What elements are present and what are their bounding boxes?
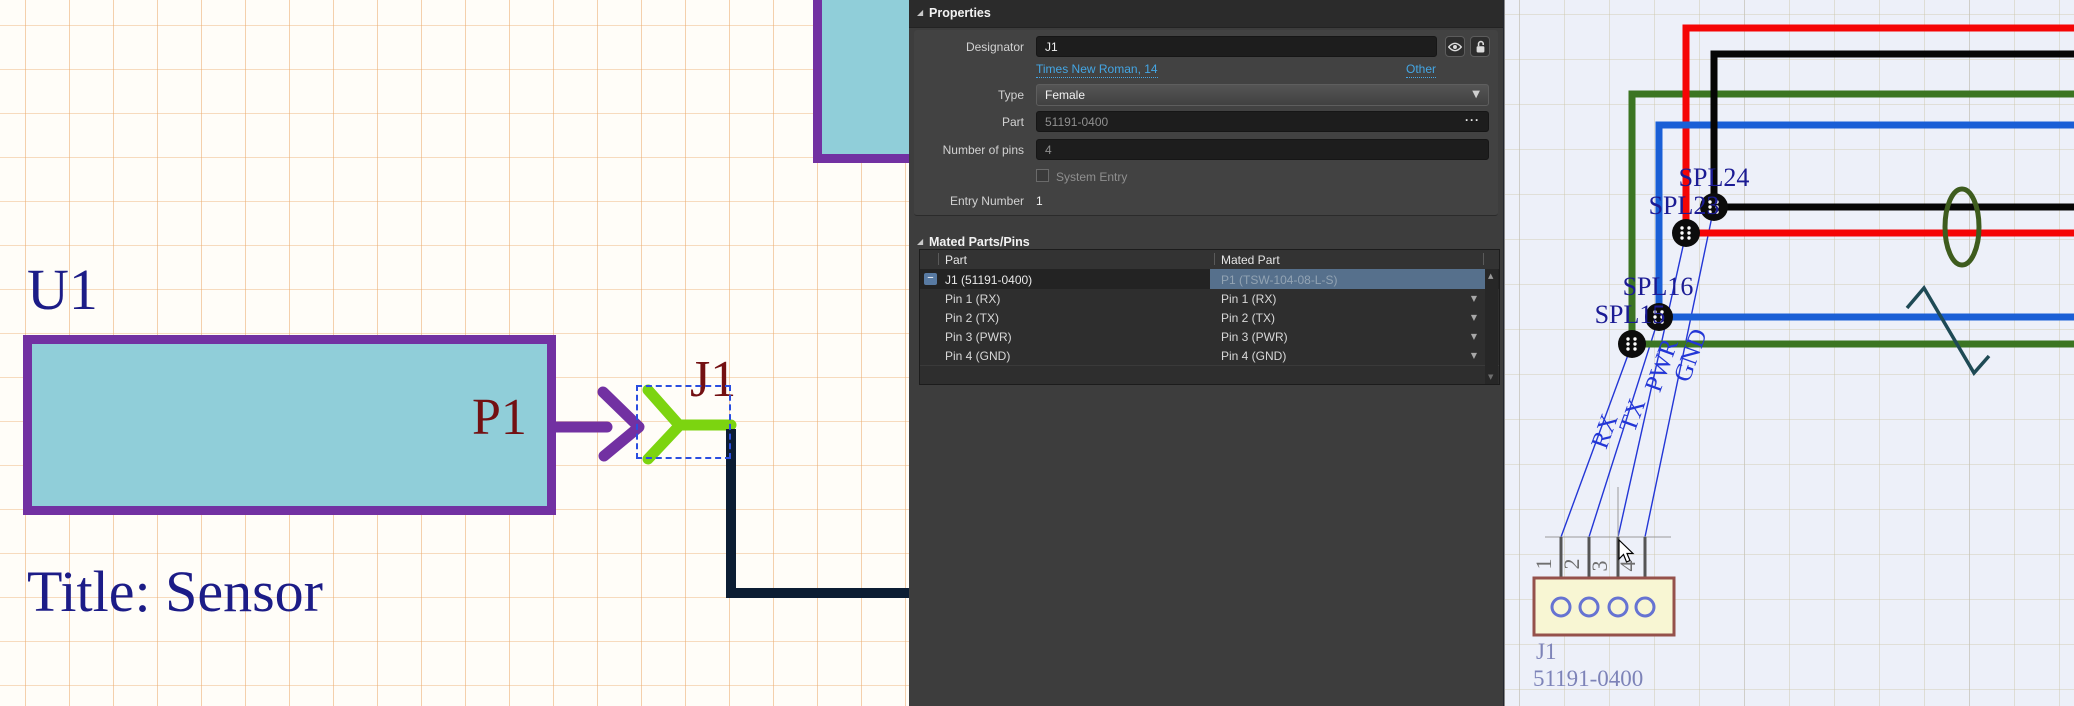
table-row-pin3[interactable]: Pin 3 (PWR) Pin 3 (PWR) ▼: [920, 327, 1499, 347]
splice-label-spl15[interactable]: SPL15: [1595, 300, 1666, 329]
schematic-graphics: [0, 0, 909, 706]
collapse-icon[interactable]: ◢: [917, 237, 923, 246]
scroll-up-icon[interactable]: ▲: [1488, 272, 1493, 280]
chevron-down-icon[interactable]: ▼: [1471, 313, 1477, 322]
column-header-part[interactable]: Part: [945, 253, 967, 267]
entry-number-value: 1: [1036, 194, 1043, 208]
type-value: Female: [1045, 88, 1085, 102]
visibility-toggle-button[interactable]: [1445, 36, 1465, 57]
part-label: Part: [909, 115, 1024, 129]
harness-graphics: SPL24 SPL23 SPL16 SPL15 RX TX PWR GND: [1505, 0, 2074, 706]
parent-mated-part-cell[interactable]: P1 (TSW-104-08-L-S): [1210, 269, 1486, 289]
table-row-pin1[interactable]: Pin 1 (RX) Pin 1 (RX) ▼: [920, 289, 1499, 309]
part-value: 51191-0400: [1045, 115, 1108, 129]
scroll-down-icon[interactable]: ▼: [1488, 373, 1493, 381]
mated-parts-table: Part Mated Part − J1 (51191-0400) P1 (TS…: [919, 249, 1500, 385]
properties-section-header[interactable]: ◢ Properties: [909, 0, 1503, 28]
selection-box: [636, 385, 731, 459]
column-header-mated-part[interactable]: Mated Part: [1221, 253, 1280, 267]
designator-input[interactable]: J1: [1036, 36, 1437, 57]
wire-black[interactable]: [1714, 54, 2074, 207]
type-label: Type: [909, 88, 1024, 102]
type-dropdown[interactable]: Female ▼: [1036, 84, 1489, 106]
table-scrollbar[interactable]: ▲ ▼: [1485, 269, 1498, 384]
properties-title: Properties: [929, 6, 991, 20]
splice-label-spl23[interactable]: SPL23: [1649, 191, 1720, 220]
table-row-parent[interactable]: − J1 (51191-0400) P1 (TSW-104-08-L-S): [920, 269, 1499, 289]
pin-number-1: 1: [1531, 559, 1556, 570]
signal-label-gnd[interactable]: GND: [1669, 325, 1713, 385]
table-header-row: Part Mated Part: [920, 250, 1499, 270]
harness-design-workspace: U1 P1 Title: Sensor J1 ◢ Properties Desi…: [0, 0, 2074, 706]
system-entry-label: System Entry: [1056, 170, 1127, 184]
properties-panel: ◢ Properties Designator J1 Times New Rom…: [909, 0, 1504, 706]
mated-parts-section-header[interactable]: ◢ Mated Parts/Pins: [909, 229, 1503, 247]
mouse-cursor: [1619, 540, 1633, 562]
harness-canvas[interactable]: SPL24 SPL23 SPL16 SPL15 RX TX PWR GND: [1505, 0, 2074, 706]
system-entry-checkbox[interactable]: [1036, 169, 1049, 182]
splice-spl23: [1672, 219, 1700, 247]
designator-label: Designator: [909, 40, 1024, 54]
part-field[interactable]: 51191-0400 ···: [1036, 111, 1489, 132]
table-row-pin4[interactable]: Pin 4 (GND) Pin 4 (GND) ▼: [920, 346, 1499, 366]
splice-label-spl24[interactable]: SPL24: [1679, 163, 1750, 192]
connector-designator[interactable]: J1: [1536, 639, 1556, 664]
ellipsis-button[interactable]: ···: [1465, 113, 1480, 127]
wire-red[interactable]: [1686, 28, 2074, 233]
signal-label-tx[interactable]: TX: [1615, 395, 1652, 436]
collapse-row-button[interactable]: −: [924, 273, 937, 285]
table-row-pin2[interactable]: Pin 2 (TX) Pin 2 (TX) ▼: [920, 308, 1499, 328]
mated-parts-title: Mated Parts/Pins: [929, 235, 1030, 249]
splice-spl15: [1618, 330, 1646, 358]
entry-number-label: Entry Number: [909, 194, 1024, 208]
unlocked-padlock-icon: [1475, 40, 1486, 54]
harness-wire[interactable]: [731, 429, 909, 593]
chevron-down-icon[interactable]: ▼: [1471, 351, 1477, 360]
chevron-down-icon: ▼: [1472, 89, 1480, 100]
chevron-down-icon[interactable]: ▼: [1471, 294, 1477, 303]
chevron-down-icon[interactable]: ▼: [1471, 332, 1477, 341]
pin-number-3: 3: [1587, 561, 1612, 572]
eye-icon: [1448, 42, 1462, 52]
number-of-pins-field[interactable]: 4: [1036, 139, 1489, 160]
loop-symbol[interactable]: [1945, 189, 1979, 265]
zigzag-symbol[interactable]: [1907, 288, 1989, 373]
parent-part-cell: J1 (51191-0400): [945, 273, 1032, 287]
wire-blue[interactable]: [1659, 125, 2074, 317]
port-arrow[interactable]: [556, 392, 639, 456]
other-link[interactable]: Other: [1406, 62, 1436, 78]
connector-part-number[interactable]: 51191-0400: [1533, 666, 1643, 691]
pin-number-2: 2: [1559, 559, 1584, 570]
collapse-icon[interactable]: ◢: [917, 8, 923, 17]
lock-button[interactable]: [1470, 36, 1490, 57]
splice-label-spl16[interactable]: SPL16: [1623, 272, 1694, 301]
font-link[interactable]: Times New Roman, 14: [1036, 62, 1158, 78]
number-of-pins-label: Number of pins: [909, 143, 1024, 157]
schematic-canvas[interactable]: U1 P1 Title: Sensor J1: [0, 0, 909, 706]
connector-pin-stubs[interactable]: [1561, 537, 1645, 580]
